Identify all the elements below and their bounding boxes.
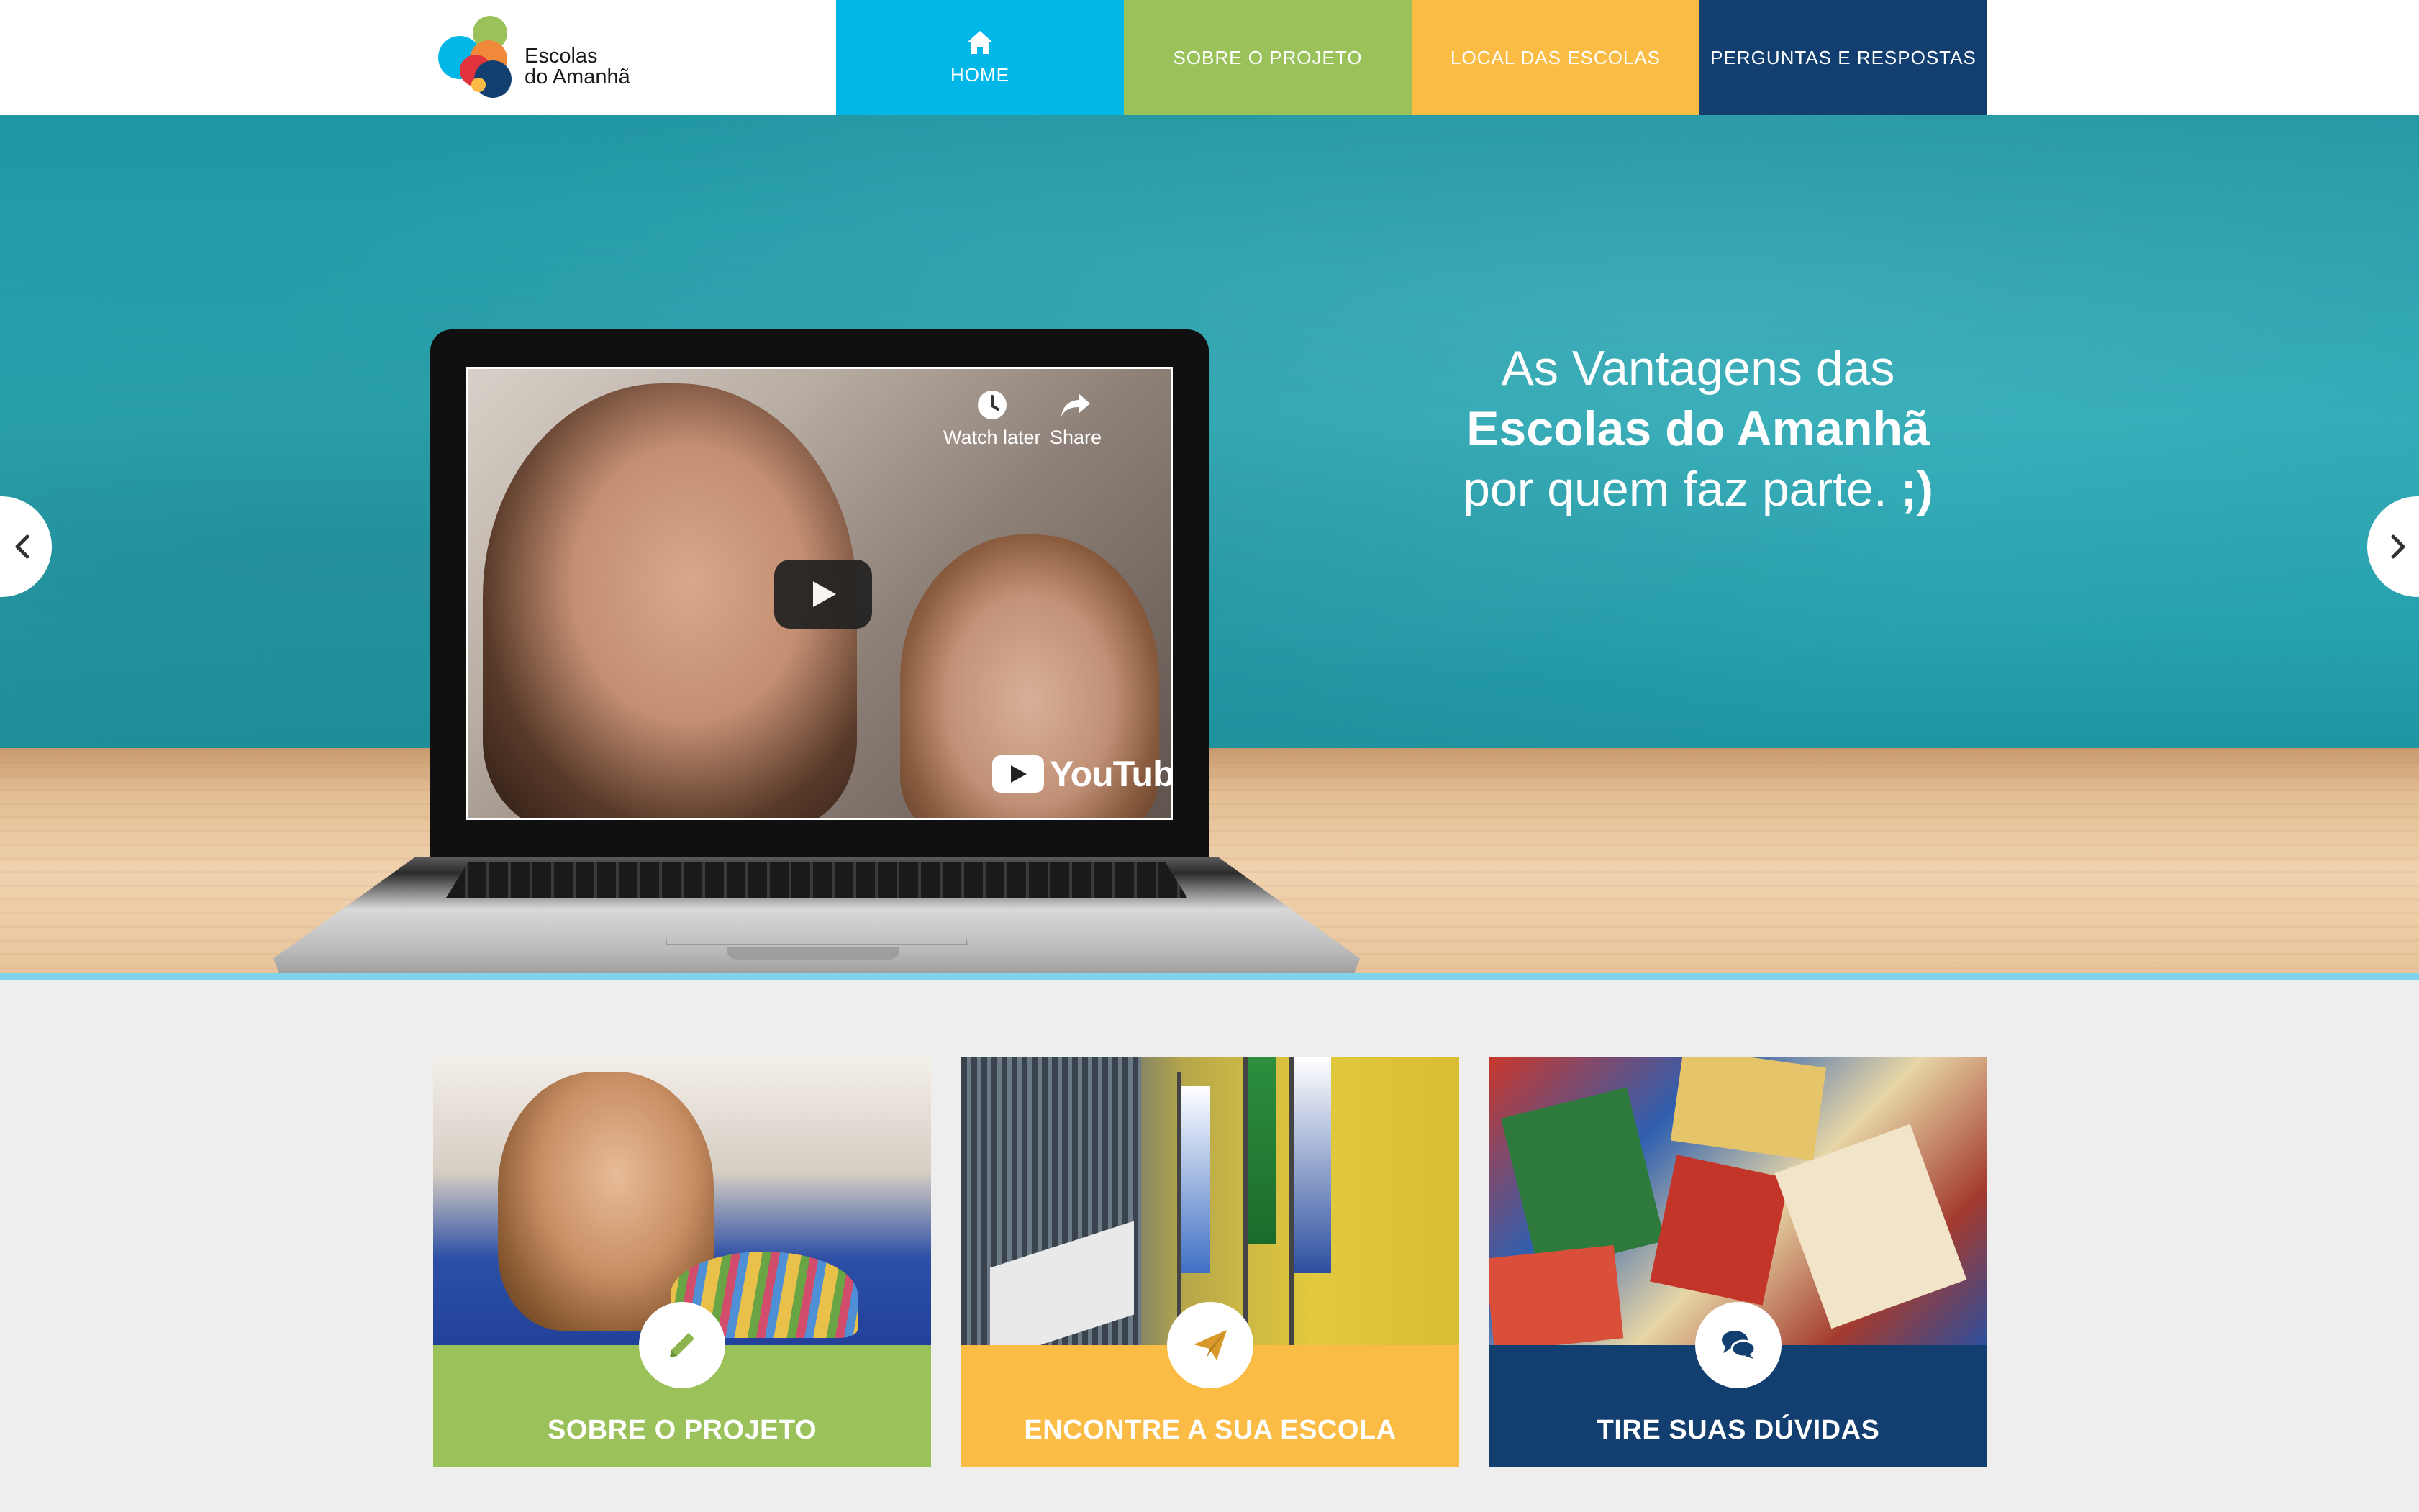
hero-line3: por quem faz parte. ;): [1403, 459, 1993, 519]
laptop-trackpad: [666, 909, 968, 945]
chevron-left-icon: [15, 534, 30, 559]
nav-sobre-label: SOBRE O PROJETO: [1173, 46, 1363, 68]
share-label: Share: [1050, 427, 1102, 448]
youtube-logo[interactable]: YouTube: [992, 753, 1173, 795]
nav-perguntas-e-respostas[interactable]: PERGUNTAS E RESPOSTAS: [1699, 0, 1987, 115]
card-sobre-o-projeto[interactable]: SOBRE O PROJETO: [433, 1057, 931, 1467]
photo-book-5: [1489, 1244, 1624, 1345]
main-nav: HOME SOBRE O PROJETO LOCAL DAS ESCOLAS P…: [836, 0, 1987, 131]
site-header: Escolas do Amanhã HOME SOBRE O PROJETO L…: [0, 0, 2419, 131]
photo-book-2: [1650, 1155, 1789, 1306]
hero-line1: As Vantagens das: [1501, 341, 1895, 396]
watch-later-label: Watch later: [943, 427, 1041, 448]
photo-flag-2: [1248, 1057, 1276, 1244]
card-title: SOBRE O PROJETO: [547, 1415, 817, 1445]
card-encontre-a-sua-escola[interactable]: ENCONTRE A SUA ESCOLA: [961, 1057, 1459, 1467]
chat-bubbles-icon: [1722, 1331, 1756, 1359]
hero-line3-text: por quem faz parte.: [1463, 462, 1887, 516]
card-title: ENCONTRE A SUA ESCOLA: [1024, 1415, 1397, 1445]
card-icon-circle: [1695, 1302, 1782, 1388]
card-icon-circle: [639, 1302, 725, 1388]
nav-home[interactable]: HOME: [836, 0, 1124, 131]
watch-later-button[interactable]: Watch later: [943, 389, 1041, 449]
photo-book-4: [1670, 1057, 1827, 1161]
pencil-icon: [670, 1333, 694, 1357]
paper-plane-icon: [1194, 1330, 1227, 1360]
card-icon-circle: [1167, 1302, 1253, 1388]
laptop-keyboard: [446, 862, 1187, 898]
nav-sobre-o-projeto[interactable]: SOBRE O PROJETO: [1124, 0, 1412, 115]
youtube-video-embed[interactable]: Watch later Share YouTube: [466, 367, 1173, 820]
logo-mark-icon: [438, 16, 512, 98]
photo-flag-1: [1181, 1086, 1210, 1273]
laptop-illustration: Watch later Share YouTube: [273, 329, 1360, 980]
card-tire-suas-duvidas[interactable]: TIRE SUAS DÚVIDAS: [1489, 1057, 1987, 1467]
youtube-play-icon: [992, 755, 1044, 793]
hero-divider: [0, 973, 2419, 980]
youtube-logo-text: YouTube: [1050, 754, 1173, 794]
photo-book-1: [1501, 1087, 1665, 1272]
nav-local-label: LOCAL DAS ESCOLAS: [1450, 46, 1661, 68]
clock-icon: [977, 391, 1007, 419]
nav-local-das-escolas[interactable]: LOCAL DAS ESCOLAS: [1412, 0, 1699, 115]
share-button[interactable]: Share: [1050, 389, 1102, 449]
video-play-button[interactable]: [774, 560, 872, 629]
logo[interactable]: Escolas do Amanhã: [434, 13, 650, 103]
hero-slider: Watch later Share YouTube As Vantagens d…: [0, 115, 2419, 980]
hero-wink: ;): [1900, 462, 1933, 516]
photo-flag-3: [1294, 1057, 1331, 1273]
home-icon: [967, 30, 993, 54]
logo-line1: Escolas: [525, 45, 598, 68]
logo-text: Escolas do Amanhã: [525, 46, 630, 88]
share-arrow-icon: [1061, 393, 1091, 416]
laptop-notch: [727, 947, 899, 960]
nav-perguntas-label: PERGUNTAS E RESPOSTAS: [1710, 46, 1976, 68]
chevron-right-icon: [2391, 534, 2405, 559]
hero-headline: As Vantagens das Escolas do Amanhã por q…: [1403, 338, 1993, 519]
nav-home-label: HOME: [950, 63, 1009, 86]
feature-cards: SOBRE O PROJETO ENCONTRE A SUA ESCOLA TI…: [433, 1057, 1987, 1467]
hero-line2: Escolas do Amanhã: [1466, 401, 1930, 456]
logo-line2: do Amanhã: [525, 65, 630, 88]
card-title: TIRE SUAS DÚVIDAS: [1597, 1415, 1880, 1445]
